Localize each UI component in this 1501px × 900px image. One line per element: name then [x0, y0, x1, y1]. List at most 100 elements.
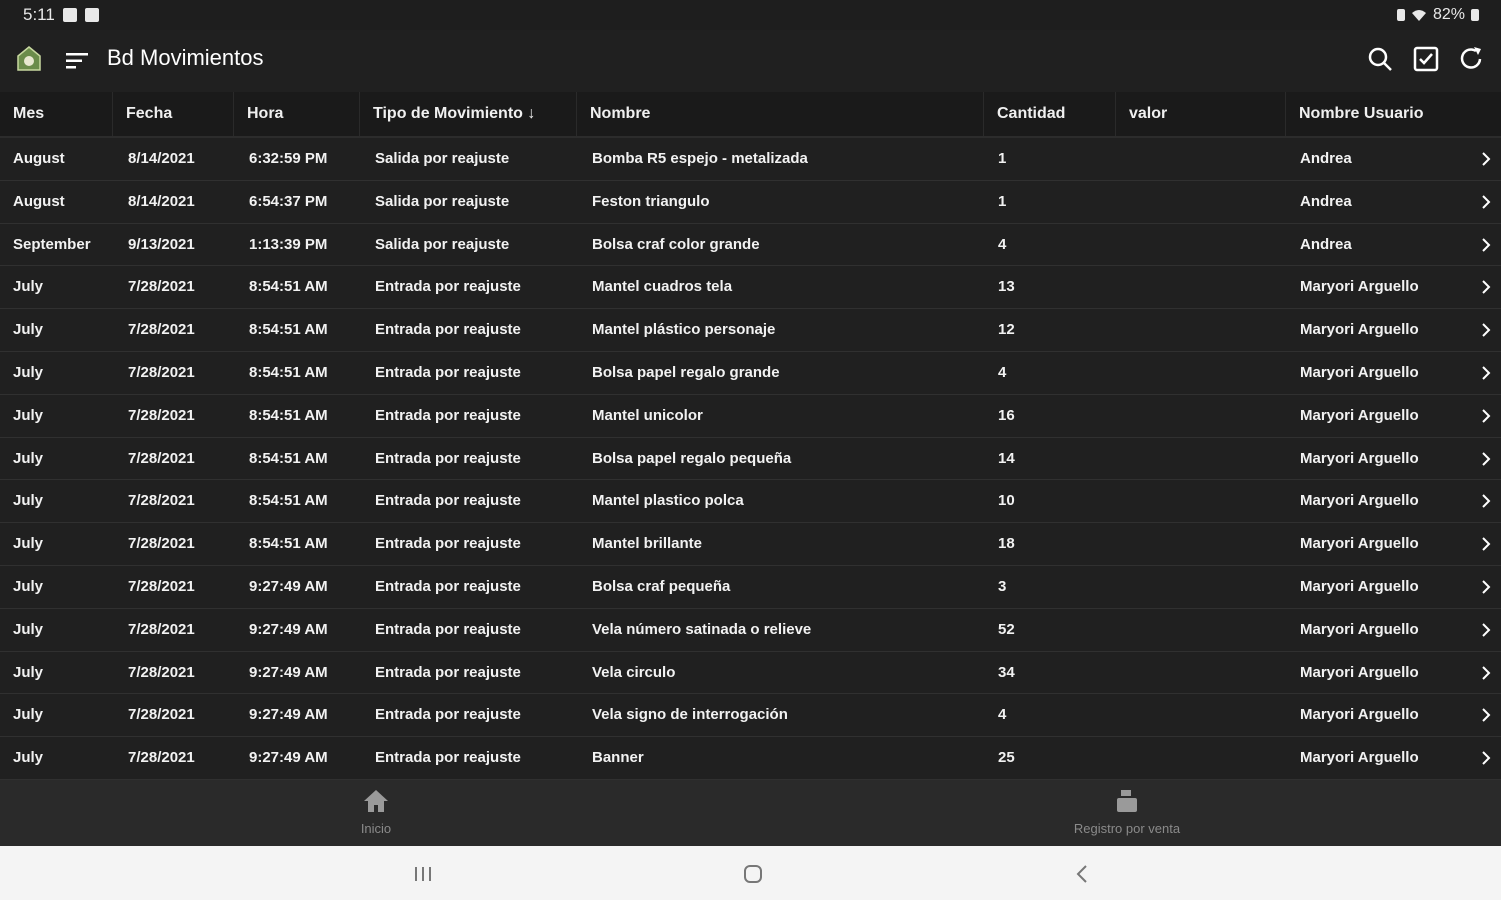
- column-header-cantidad[interactable]: Cantidad: [984, 92, 1116, 136]
- column-header-fecha[interactable]: Fecha: [113, 92, 234, 136]
- table-row[interactable]: July 7/28/2021 8:54:51 AM Entrada por reaju…: [0, 480, 1501, 524]
- back-icon[interactable]: [1071, 862, 1095, 886]
- cell-usuario: Maryori Arguello: [1300, 406, 1419, 424]
- table-row[interactable]: July 7/28/2021 8:54:51 AM Entrada por reaju…: [0, 394, 1501, 438]
- table-row[interactable]: August 8/14/2021 6:54:37 PM Salida por reaj…: [0, 180, 1501, 224]
- status-right: 82%: [1396, 0, 1479, 30]
- system-navigation-bar: [0, 846, 1501, 900]
- table-row[interactable]: July 7/28/2021 8:54:51 AM Entrada por reaju…: [0, 523, 1501, 566]
- chevron-right-icon[interactable]: [1479, 322, 1493, 338]
- cell-hora: 9:27:49 AM: [249, 749, 328, 767]
- chevron-right-icon[interactable]: [1479, 750, 1493, 766]
- chevron-right-icon[interactable]: [1479, 194, 1493, 210]
- chevron-right-icon[interactable]: [1479, 151, 1493, 167]
- status-left: 5:11: [0, 5, 99, 25]
- table-row[interactable]: July 7/28/2021 8:54:51 AM Entrada por reaju…: [0, 309, 1501, 352]
- table-row[interactable]: July 7/28/2021 8:54:51 AM Entrada por reaju…: [0, 351, 1501, 395]
- cell-tipo: Entrada por reajuste: [375, 535, 521, 553]
- chevron-right-icon[interactable]: [1479, 365, 1493, 381]
- chevron-right-icon[interactable]: [1479, 622, 1493, 638]
- search-icon[interactable]: [1365, 44, 1395, 74]
- column-header-hora[interactable]: Hora: [234, 92, 360, 136]
- cell-fecha: 8/14/2021: [128, 150, 195, 167]
- cell-usuario: Maryori Arguello: [1300, 577, 1419, 595]
- cell-mes: July: [13, 663, 44, 681]
- cell-nombre: Bolsa craf color grande: [592, 235, 760, 253]
- chevron-right-icon[interactable]: [1479, 279, 1493, 295]
- cell-usuario: Maryori Arguello: [1300, 663, 1419, 681]
- column-header-label: Mes: [13, 105, 45, 122]
- table-row[interactable]: July 7/28/2021 9:27:49 AM Entrada por reaju…: [0, 694, 1501, 738]
- cell-tipo: Entrada por reajuste: [375, 749, 521, 767]
- chevron-right-icon[interactable]: [1479, 493, 1493, 509]
- cell-fecha: 7/28/2021: [128, 363, 195, 381]
- cell-fecha: 7/28/2021: [128, 749, 195, 767]
- home-button-icon[interactable]: [741, 862, 765, 886]
- column-header-mes[interactable]: Mes: [0, 92, 113, 136]
- cell-usuario: Maryori Arguello: [1300, 706, 1419, 724]
- chevron-right-icon[interactable]: [1479, 451, 1493, 467]
- cell-fecha: 7/28/2021: [128, 535, 195, 553]
- chevron-right-icon[interactable]: [1479, 536, 1493, 552]
- cell-tipo: Entrada por reajuste: [375, 449, 521, 467]
- chevron-right-icon[interactable]: [1479, 237, 1493, 253]
- chevron-right-icon[interactable]: [1479, 579, 1493, 595]
- cell-cantidad: 3: [998, 577, 1007, 595]
- cell-mes: August: [13, 150, 65, 167]
- cell-fecha: 7/28/2021: [128, 449, 195, 467]
- table-row[interactable]: July 7/28/2021 9:27:49 AM Entrada por reaju…: [0, 651, 1501, 695]
- table-row[interactable]: July 7/28/2021 9:27:49 AM Entrada por reaju…: [0, 737, 1501, 780]
- chevron-right-icon[interactable]: [1479, 665, 1493, 681]
- nav-inicio-label: Inicio: [360, 821, 392, 836]
- cell-hora: 9:27:49 AM: [249, 577, 328, 595]
- cell-hora: 8:54:51 AM: [249, 492, 328, 510]
- cell-mes: July: [13, 321, 44, 339]
- cell-fecha: 7/28/2021: [128, 492, 195, 510]
- sort-menu-icon[interactable]: [64, 47, 92, 75]
- table-row[interactable]: August 8/14/2021 6:32:59 PM Salida por reaj…: [0, 138, 1501, 181]
- table-row[interactable]: July 7/28/2021 8:54:51 AM Entrada por reaju…: [0, 437, 1501, 481]
- battery-percent: 82%: [1432, 6, 1465, 23]
- column-header-tipo[interactable]: Tipo de Movimiento ↓: [360, 92, 577, 136]
- table-row[interactable]: July 7/28/2021 9:27:49 AM Entrada por reaju…: [0, 608, 1501, 652]
- cell-cantidad: 16: [998, 406, 1015, 424]
- cell-usuario: Andrea: [1300, 235, 1352, 253]
- cell-usuario: Maryori Arguello: [1300, 749, 1419, 767]
- cell-mes: July: [13, 406, 44, 424]
- cell-hora: 8:54:51 AM: [249, 321, 328, 339]
- cell-nombre: Vela número satinada o relieve: [592, 620, 812, 638]
- cell-cantidad: 4: [998, 235, 1007, 253]
- table-row[interactable]: July 7/28/2021 8:54:51 AM Entrada por reaju…: [0, 266, 1501, 310]
- chevron-right-icon[interactable]: [1479, 707, 1493, 723]
- column-header-nombre[interactable]: Nombre: [577, 92, 984, 136]
- gallery-notification-icon: [62, 8, 77, 22]
- cell-hora: 9:27:49 AM: [249, 620, 328, 638]
- refresh-icon[interactable]: [1456, 44, 1486, 74]
- cell-cantidad: 4: [998, 706, 1007, 724]
- cell-cantidad: 4: [998, 363, 1007, 381]
- table-row[interactable]: July 7/28/2021 9:27:49 AM Entrada por reaju…: [0, 565, 1501, 609]
- cell-nombre: Vela signo de interrogación: [592, 706, 788, 724]
- cell-cantidad: 14: [998, 449, 1015, 467]
- cell-tipo: Salida por reajuste: [375, 150, 510, 167]
- column-header-nombre-usuario[interactable]: Nombre Usuario: [1286, 92, 1501, 136]
- cell-cantidad: 52: [998, 620, 1015, 638]
- cell-usuario: Maryori Arguello: [1300, 321, 1419, 339]
- home-icon: [364, 790, 388, 812]
- cell-hora: 8:54:51 AM: [249, 449, 328, 467]
- table-row[interactable]: September 9/13/2021 1:13:39 PM Salida por r…: [0, 223, 1501, 267]
- chevron-right-icon[interactable]: [1479, 408, 1493, 424]
- table-body: August 8/14/2021 6:32:59 PM Salida por reaj…: [0, 138, 1501, 780]
- cell-tipo: Entrada por reajuste: [375, 321, 521, 339]
- cell-fecha: 7/28/2021: [128, 321, 195, 339]
- nav-inicio[interactable]: Inicio: [276, 788, 476, 842]
- cell-nombre: Bolsa craf pequeña: [592, 577, 731, 595]
- battery-icon: [1471, 9, 1479, 21]
- cell-tipo: Entrada por reajuste: [375, 663, 521, 681]
- checkbox-icon[interactable]: [1411, 44, 1441, 74]
- recent-apps-icon[interactable]: [411, 862, 435, 886]
- nav-registro-por-venta[interactable]: Registro por venta: [1027, 788, 1227, 842]
- column-header-valor[interactable]: valor: [1116, 92, 1286, 136]
- cell-usuario: Maryori Arguello: [1300, 535, 1419, 553]
- cell-hora: 9:27:49 AM: [249, 706, 328, 724]
